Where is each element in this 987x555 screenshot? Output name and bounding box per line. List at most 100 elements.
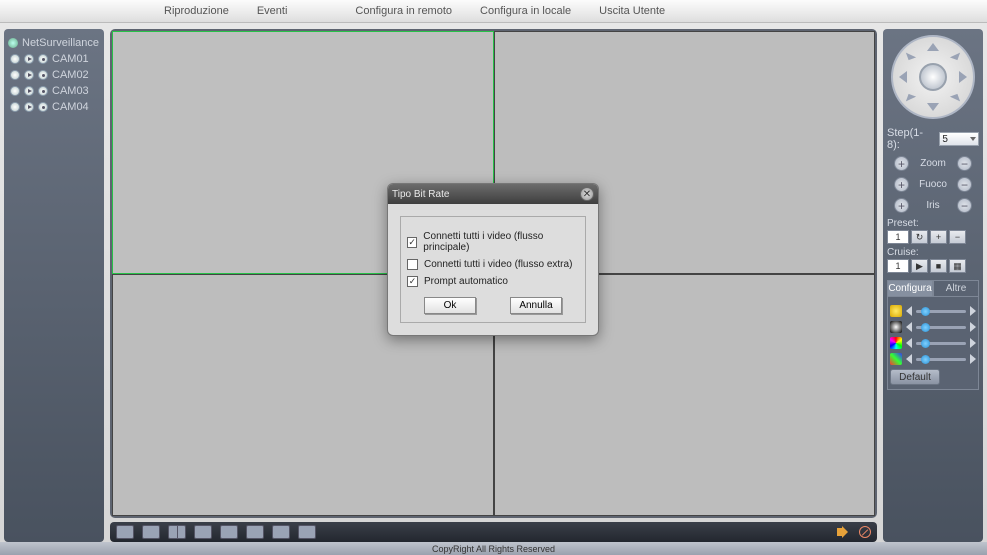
default-button[interactable]: Default — [890, 369, 940, 385]
tab-other[interactable]: Altre — [933, 280, 979, 296]
cruise-stop-icon[interactable]: ■ — [930, 259, 947, 273]
ptz-down-right[interactable] — [950, 94, 960, 104]
ok-button[interactable]: Ok — [424, 297, 476, 314]
hue-slider[interactable] — [916, 358, 966, 361]
record-icon[interactable] — [38, 86, 48, 96]
cruise-value[interactable]: 1 — [887, 259, 909, 273]
device-root[interactable]: NetSurveillance — [8, 35, 100, 51]
camera-item[interactable]: CAM01 — [8, 51, 100, 67]
menu-local-config[interactable]: Configura in locale — [466, 0, 585, 22]
camera-label: CAM03 — [52, 85, 89, 97]
ptz-right[interactable] — [959, 71, 967, 83]
record-all-icon[interactable] — [272, 525, 290, 539]
step-label: Step(1-8): — [887, 127, 935, 151]
saturation-dec[interactable] — [906, 338, 912, 348]
close-icon[interactable]: ✕ — [580, 187, 594, 201]
step-select[interactable]: 5 — [939, 132, 979, 146]
ptz-up-right[interactable] — [950, 50, 960, 60]
saturation-inc[interactable] — [970, 338, 976, 348]
menu-playback[interactable]: Riproduzione — [150, 0, 243, 22]
ptz-down[interactable] — [927, 103, 939, 111]
hue-icon — [890, 353, 902, 365]
hue-dec[interactable] — [906, 354, 912, 364]
contrast-slider[interactable] — [916, 326, 966, 329]
fullscreen-icon[interactable] — [116, 525, 134, 539]
zoom-out-button[interactable]: − — [957, 156, 972, 171]
play-icon[interactable] — [24, 86, 34, 96]
record-icon[interactable] — [38, 70, 48, 80]
ptz-down-left[interactable] — [906, 94, 916, 104]
preset-label: Preset: — [887, 218, 979, 229]
stop-all-icon[interactable] — [298, 525, 316, 539]
ptz-dial — [891, 35, 975, 119]
preset-value[interactable]: 1 — [887, 230, 909, 244]
hue-inc[interactable] — [970, 354, 976, 364]
dialog-titlebar[interactable]: Tipo Bit Rate ✕ — [388, 184, 598, 204]
step-value: 5 — [942, 134, 948, 145]
camera-label: CAM04 — [52, 101, 89, 113]
preset-refresh-icon[interactable]: ↻ — [911, 230, 928, 244]
layout-4-icon[interactable] — [168, 525, 186, 539]
iris-label: Iris — [915, 200, 951, 211]
contrast-dec[interactable] — [906, 322, 912, 332]
ptz-up-left[interactable] — [906, 50, 916, 60]
contrast-icon — [890, 321, 902, 333]
brightness-slider[interactable] — [916, 310, 966, 313]
ptz-center[interactable] — [919, 63, 947, 91]
dialog-options: ✓ Connetti tutti i video (flusso princip… — [400, 216, 586, 323]
layout-9-icon[interactable] — [194, 525, 212, 539]
iris-close-button[interactable]: − — [957, 198, 972, 213]
record-icon[interactable] — [38, 54, 48, 64]
camera-label: CAM01 — [52, 53, 89, 65]
option-prompt-label: Prompt automatico — [424, 276, 508, 287]
view-toolbar — [110, 522, 877, 542]
play-icon[interactable] — [24, 54, 34, 64]
zoom-in-button[interactable]: + — [894, 156, 909, 171]
layout-16-icon[interactable] — [220, 525, 238, 539]
option-extra-label: Connetti tutti i video (flusso extra) — [424, 259, 572, 270]
zoom-label: Zoom — [915, 158, 951, 169]
preset-add-icon[interactable]: + — [930, 230, 947, 244]
cruise-label: Cruise: — [887, 247, 979, 258]
focus-label: Fuoco — [915, 179, 951, 190]
dialog-title: Tipo Bit Rate — [392, 189, 449, 200]
tab-configure[interactable]: Configura — [887, 280, 933, 296]
contrast-inc[interactable] — [970, 322, 976, 332]
cancel-button[interactable]: Annulla — [510, 297, 562, 314]
menu-logout[interactable]: Uscita Utente — [585, 0, 679, 22]
ptz-up[interactable] — [927, 43, 939, 51]
ptz-left[interactable] — [899, 71, 907, 83]
camera-item[interactable]: CAM02 — [8, 67, 100, 83]
option-main-label: Connetti tutti i video (flusso principal… — [423, 231, 579, 253]
play-icon[interactable] — [24, 70, 34, 80]
iris-open-button[interactable]: + — [894, 198, 909, 213]
snapshot-icon[interactable] — [246, 525, 264, 539]
focus-out-button[interactable]: − — [957, 177, 972, 192]
footer: CopyRight All Rights Reserved — [0, 542, 987, 555]
brightness-dec[interactable] — [906, 306, 912, 316]
record-icon[interactable] — [38, 102, 48, 112]
checkbox-main-stream[interactable]: ✓ — [407, 237, 417, 248]
status-dot-icon — [10, 102, 20, 112]
status-dot-icon — [10, 86, 20, 96]
layout-1-icon[interactable] — [142, 525, 160, 539]
device-tree: NetSurveillance CAM01 CAM02 CAM03 CAM04 — [4, 29, 104, 542]
saturation-slider[interactable] — [916, 342, 966, 345]
device-root-label: NetSurveillance — [22, 37, 99, 49]
preset-remove-icon[interactable]: − — [949, 230, 966, 244]
menu-events[interactable]: Eventi — [243, 0, 302, 22]
play-icon[interactable] — [24, 102, 34, 112]
camera-item[interactable]: CAM03 — [8, 83, 100, 99]
bitrate-dialog: Tipo Bit Rate ✕ ✓ Connetti tutti i video… — [387, 183, 599, 336]
cruise-grid-icon[interactable]: ▦ — [949, 259, 966, 273]
menu-remote-config[interactable]: Configura in remoto — [341, 0, 466, 22]
focus-in-button[interactable]: + — [894, 177, 909, 192]
volume-icon[interactable] — [837, 525, 851, 539]
mute-icon[interactable] — [859, 526, 871, 538]
cruise-play-icon[interactable]: ▶ — [911, 259, 928, 273]
camera-item[interactable]: CAM04 — [8, 99, 100, 115]
checkbox-extra-stream[interactable] — [407, 259, 418, 270]
brightness-inc[interactable] — [970, 306, 976, 316]
checkbox-auto-prompt[interactable]: ✓ — [407, 276, 418, 287]
saturation-icon — [890, 337, 902, 349]
